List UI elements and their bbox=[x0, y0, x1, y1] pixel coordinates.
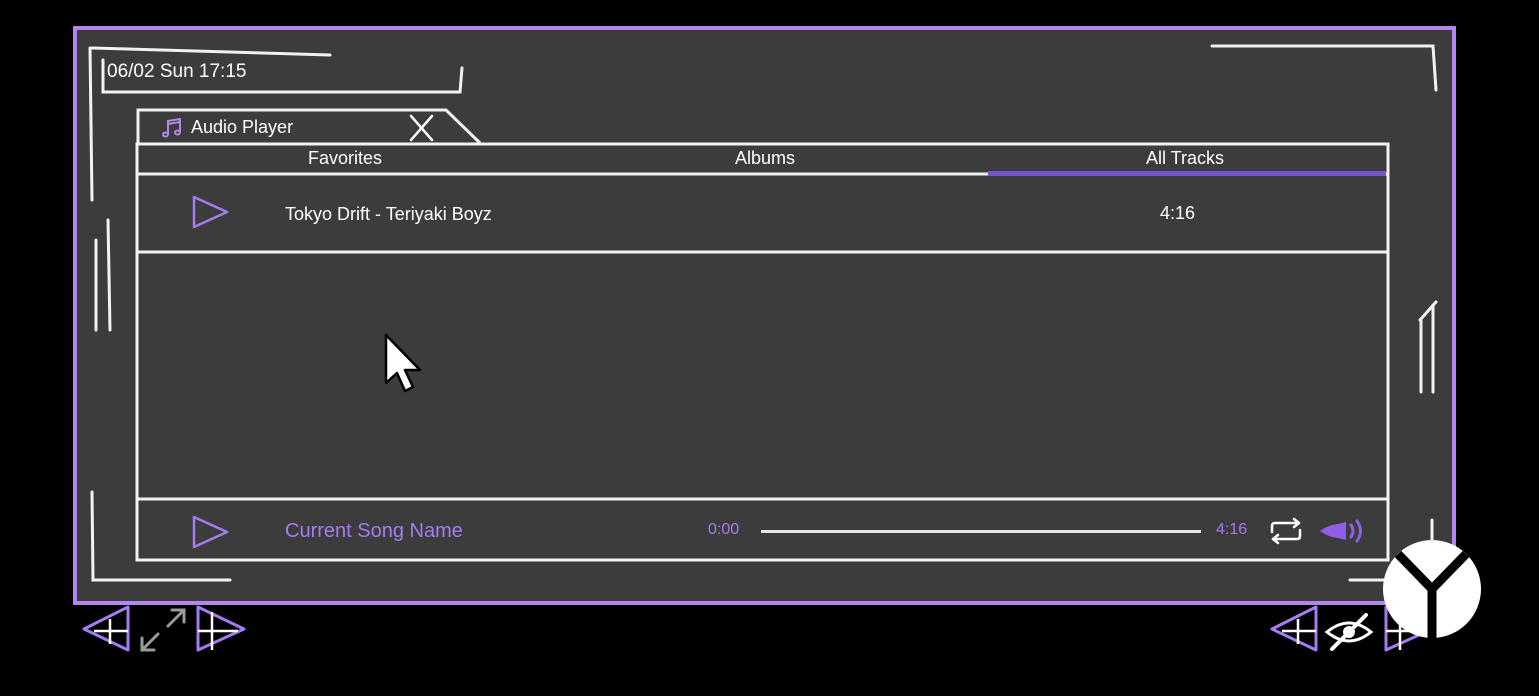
audio-player-window bbox=[73, 26, 1456, 605]
logo-icon bbox=[1383, 540, 1481, 638]
music-note-icon bbox=[162, 117, 181, 138]
tab-all-tracks[interactable]: All Tracks bbox=[985, 148, 1385, 172]
expand-icon[interactable] bbox=[136, 604, 190, 656]
prev-arrow-icon[interactable] bbox=[80, 604, 132, 654]
close-icon[interactable] bbox=[405, 112, 437, 144]
tab-albums[interactable]: Albums bbox=[560, 148, 970, 172]
progress-slider[interactable] bbox=[761, 530, 1201, 533]
elapsed-time: 0:00 bbox=[708, 521, 740, 538]
play-icon[interactable] bbox=[190, 194, 230, 230]
current-song-name: Current Song Name bbox=[285, 520, 463, 542]
tab-favorites[interactable]: Favorites bbox=[140, 148, 550, 172]
volume-icon[interactable] bbox=[1318, 516, 1370, 546]
track-title[interactable]: Tokyo Drift - Teriyaki Boyz bbox=[285, 204, 492, 225]
total-time: 4:16 bbox=[1216, 521, 1248, 538]
window-tab-label[interactable]: Audio Player bbox=[191, 117, 293, 138]
repeat-icon[interactable] bbox=[1266, 516, 1306, 546]
hide-eye-icon[interactable] bbox=[1324, 612, 1374, 652]
next-arrow-icon[interactable] bbox=[194, 604, 248, 654]
player-play-icon[interactable] bbox=[190, 514, 230, 550]
track-duration: 4:16 bbox=[1160, 203, 1196, 223]
datetime-display: 06/02 Sun 17:15 bbox=[107, 61, 247, 82]
prev-arrow-icon[interactable] bbox=[1268, 604, 1320, 654]
